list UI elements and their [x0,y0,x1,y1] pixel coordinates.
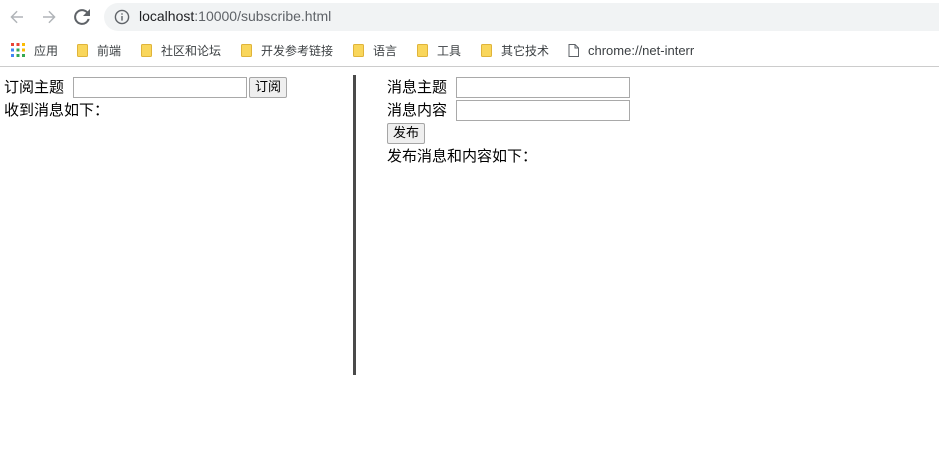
browser-toolbar: localhost:10000/subscribe.html [0,0,939,34]
bookmark-chrome-net-internals[interactable]: chrome://net-interr [568,41,704,59]
bookmark-label: 应用 [34,43,59,58]
bookmark-label: chrome://net-interr [588,42,695,58]
folder-icon [481,43,492,57]
bookmark-folder-community[interactable]: 社区和论坛 [141,41,221,59]
address-bar[interactable]: localhost:10000/subscribe.html [104,3,939,31]
info-icon[interactable] [114,9,130,25]
url-text: localhost:10000/subscribe.html [139,8,331,24]
bookmark-apps[interactable]: 应用 [11,41,58,59]
bookmark-folder-tools[interactable]: 工具 [417,41,461,59]
folder-icon [141,43,152,57]
bookmarks-bar: 应用 前端 社区和论坛 开发参考链接 语言 工具 其它技术 chrome://n… [0,34,939,67]
bookmark-folder-language[interactable]: 语言 [353,41,397,59]
url-path: :10000/subscribe.html [194,8,332,24]
panel-divider [353,75,356,375]
subscribe-topic-input[interactable] [73,77,247,98]
subscribe-button[interactable]: 订阅 [249,77,288,98]
received-messages-label: 收到消息如下： [4,101,110,119]
bookmark-folder-other-tech[interactable]: 其它技术 [481,41,549,59]
publish-content-label: 消息内容 [387,101,448,119]
apps-grid-icon [11,43,25,57]
bookmark-label: 其它技术 [501,43,550,58]
folder-icon [353,43,364,57]
folder-icon [241,43,252,57]
folder-icon [417,43,428,57]
bookmark-folder-dev-reference[interactable]: 开发参考链接 [241,41,333,59]
bookmark-folder-frontend[interactable]: 前端 [77,41,121,59]
publish-topic-input[interactable] [456,77,630,98]
publish-topic-label: 消息主题 [387,78,448,96]
folder-icon [77,43,88,57]
bookmark-label: 社区和论坛 [161,43,222,58]
publish-content-input[interactable] [456,100,630,121]
page-icon [568,43,579,57]
publish-button[interactable]: 发布 [387,123,426,144]
page-content: 订阅主题 订阅 收到消息如下： 消息主题 消息内容 发布 发布消息和内容如下： [0,67,939,457]
bookmark-label: 语言 [373,43,398,58]
published-messages-label: 发布消息和内容如下： [387,147,538,165]
reload-icon[interactable] [70,5,94,29]
bookmark-label: 开发参考链接 [261,43,334,58]
forward-arrow-icon[interactable] [37,5,61,29]
back-arrow-icon[interactable] [5,5,29,29]
bookmark-label: 前端 [97,43,122,58]
bookmark-label: 工具 [437,43,462,58]
subscribe-topic-label: 订阅主题 [4,78,65,96]
url-host: localhost [139,8,195,24]
